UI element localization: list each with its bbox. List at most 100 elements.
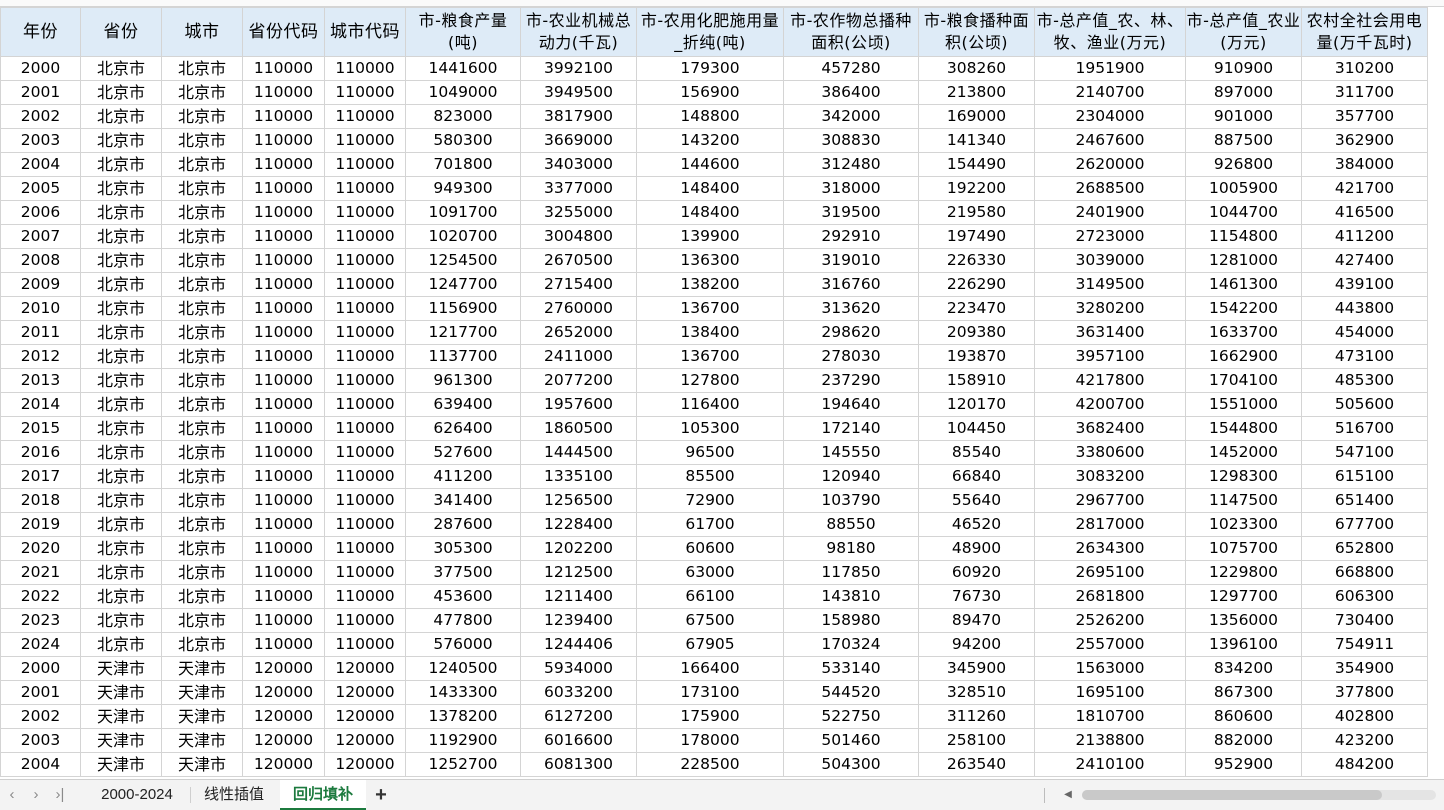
- table-cell[interactable]: 120000: [242, 728, 325, 753]
- table-cell[interactable]: 2020: [0, 536, 81, 561]
- table-cell[interactable]: 411200: [1301, 224, 1428, 249]
- table-cell[interactable]: 193870: [918, 344, 1035, 369]
- table-cell[interactable]: 576000: [405, 632, 521, 657]
- table-cell[interactable]: 110000: [324, 248, 406, 273]
- table-cell[interactable]: 175900: [636, 704, 784, 729]
- table-cell[interactable]: 110000: [242, 296, 325, 321]
- table-cell[interactable]: 1551000: [1185, 392, 1302, 417]
- table-cell[interactable]: 3682400: [1034, 416, 1186, 441]
- table-cell[interactable]: 天津市: [80, 680, 162, 705]
- table-cell[interactable]: 4217800: [1034, 368, 1186, 393]
- table-cell[interactable]: 867300: [1185, 680, 1302, 705]
- table-cell[interactable]: 1075700: [1185, 536, 1302, 561]
- table-cell[interactable]: 110000: [324, 224, 406, 249]
- table-cell[interactable]: 209380: [918, 320, 1035, 345]
- table-cell[interactable]: 3083200: [1034, 464, 1186, 489]
- header-cell[interactable]: 年份: [0, 7, 81, 57]
- table-cell[interactable]: 148800: [636, 104, 784, 129]
- table-cell[interactable]: 120000: [324, 656, 406, 681]
- table-cell[interactable]: 北京市: [161, 536, 243, 561]
- table-cell[interactable]: 66840: [918, 464, 1035, 489]
- table-cell[interactable]: 110000: [324, 584, 406, 609]
- table-cell[interactable]: 3817900: [520, 104, 637, 129]
- table-cell[interactable]: 北京市: [80, 632, 162, 657]
- table-cell[interactable]: 626400: [405, 416, 521, 441]
- table-cell[interactable]: 1542200: [1185, 296, 1302, 321]
- table-cell[interactable]: 156900: [636, 80, 784, 105]
- table-cell[interactable]: 76730: [918, 584, 1035, 609]
- table-cell[interactable]: 85500: [636, 464, 784, 489]
- table-cell[interactable]: 1211400: [520, 584, 637, 609]
- table-cell[interactable]: 949300: [405, 176, 521, 201]
- table-cell[interactable]: 384000: [1301, 152, 1428, 177]
- table-cell[interactable]: 北京市: [80, 80, 162, 105]
- table-cell[interactable]: 197490: [918, 224, 1035, 249]
- table-cell[interactable]: 110000: [242, 128, 325, 153]
- table-cell[interactable]: 318000: [783, 176, 919, 201]
- table-cell[interactable]: 2001: [0, 680, 81, 705]
- table-cell[interactable]: 443800: [1301, 296, 1428, 321]
- table-cell[interactable]: 北京市: [80, 224, 162, 249]
- table-cell[interactable]: 北京市: [80, 392, 162, 417]
- table-cell[interactable]: 北京市: [80, 272, 162, 297]
- table-cell[interactable]: 110000: [324, 368, 406, 393]
- table-cell[interactable]: 72900: [636, 488, 784, 513]
- table-cell[interactable]: 110000: [324, 392, 406, 417]
- table-cell[interactable]: 961300: [405, 368, 521, 393]
- table-cell[interactable]: 402800: [1301, 704, 1428, 729]
- table-cell[interactable]: 北京市: [161, 200, 243, 225]
- table-cell[interactable]: 1544800: [1185, 416, 1302, 441]
- table-cell[interactable]: 1020700: [405, 224, 521, 249]
- table-cell[interactable]: 北京市: [80, 464, 162, 489]
- table-cell[interactable]: 天津市: [161, 728, 243, 753]
- table-cell[interactable]: 北京市: [80, 440, 162, 465]
- table-cell[interactable]: 1662900: [1185, 344, 1302, 369]
- table-cell[interactable]: 6081300: [520, 752, 637, 777]
- header-cell[interactable]: 省份代码: [242, 7, 325, 57]
- table-cell[interactable]: 3669000: [520, 128, 637, 153]
- table-cell[interactable]: 652800: [1301, 536, 1428, 561]
- table-cell[interactable]: 1461300: [1185, 272, 1302, 297]
- table-cell[interactable]: 485300: [1301, 368, 1428, 393]
- table-cell[interactable]: 143200: [636, 128, 784, 153]
- table-cell[interactable]: 287600: [405, 512, 521, 537]
- table-cell[interactable]: 天津市: [161, 680, 243, 705]
- table-cell[interactable]: 1452000: [1185, 440, 1302, 465]
- header-cell[interactable]: 农村全社会用电量(万千瓦时): [1301, 7, 1428, 57]
- table-cell[interactable]: 580300: [405, 128, 521, 153]
- table-cell[interactable]: 110000: [242, 368, 325, 393]
- table-cell[interactable]: 341400: [405, 488, 521, 513]
- table-cell[interactable]: 527600: [405, 440, 521, 465]
- table-cell[interactable]: 516700: [1301, 416, 1428, 441]
- table-cell[interactable]: 110000: [324, 536, 406, 561]
- table-cell[interactable]: 120170: [918, 392, 1035, 417]
- table-cell[interactable]: 522750: [783, 704, 919, 729]
- table-cell[interactable]: 1192900: [405, 728, 521, 753]
- table-cell[interactable]: 2011: [0, 320, 81, 345]
- table-cell[interactable]: 377800: [1301, 680, 1428, 705]
- table-cell[interactable]: 北京市: [161, 176, 243, 201]
- table-cell[interactable]: 北京市: [161, 296, 243, 321]
- table-cell[interactable]: 110000: [324, 608, 406, 633]
- table-cell[interactable]: 2017: [0, 464, 81, 489]
- table-cell[interactable]: 6016600: [520, 728, 637, 753]
- table-cell[interactable]: 454000: [1301, 320, 1428, 345]
- table-cell[interactable]: 110000: [324, 512, 406, 537]
- table-cell[interactable]: 298620: [783, 320, 919, 345]
- table-cell[interactable]: 北京市: [161, 584, 243, 609]
- table-cell[interactable]: 141340: [918, 128, 1035, 153]
- table-cell[interactable]: 北京市: [161, 392, 243, 417]
- table-cell[interactable]: 110000: [324, 416, 406, 441]
- table-cell[interactable]: 319500: [783, 200, 919, 225]
- table-cell[interactable]: 143810: [783, 584, 919, 609]
- table-cell[interactable]: 6033200: [520, 680, 637, 705]
- table-cell[interactable]: 926800: [1185, 152, 1302, 177]
- table-cell[interactable]: 1091700: [405, 200, 521, 225]
- table-cell[interactable]: 1254500: [405, 248, 521, 273]
- table-cell[interactable]: 110000: [324, 464, 406, 489]
- table-cell[interactable]: 110000: [242, 464, 325, 489]
- scroll-left-icon[interactable]: ◀: [1060, 785, 1076, 805]
- table-cell[interactable]: 110000: [242, 104, 325, 129]
- table-cell[interactable]: 北京市: [161, 104, 243, 129]
- table-cell[interactable]: 2005: [0, 176, 81, 201]
